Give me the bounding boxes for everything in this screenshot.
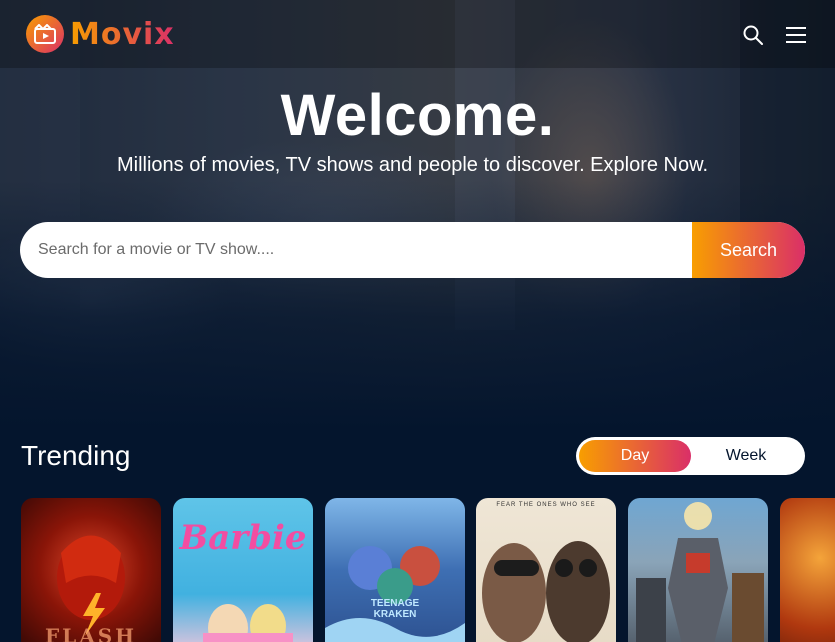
logo[interactable]: Movix — [26, 14, 175, 54]
poster-title: FLASH — [44, 624, 138, 642]
search-button[interactable]: Search — [692, 222, 805, 278]
hero-search-bar: Search — [20, 222, 805, 278]
tab-day[interactable]: Day — [579, 440, 691, 472]
poster-the-flash[interactable]: FLASH — [21, 498, 161, 642]
logo-film-icon — [26, 15, 64, 53]
top-navbar: Movix — [0, 0, 835, 68]
search-input[interactable] — [20, 222, 692, 278]
search-icon[interactable] — [742, 24, 764, 46]
logo-text: Movix — [70, 16, 175, 52]
trending-tab-switcher: Day Week — [576, 437, 805, 475]
poster-ruby-gillman[interactable]: TEENAGE KRAKEN — [325, 498, 465, 642]
poster-oppenheimer[interactable]: FEAR THE ONES WHO SEE — [476, 498, 616, 642]
poster-barbie[interactable]: Barbie — [173, 498, 313, 642]
hero-title: Welcome. — [280, 83, 555, 148]
tab-week[interactable]: Week — [690, 440, 802, 472]
trending-carousel: FLASH Barbie TEENAGE KRAKEN FEAR THE ONE… — [21, 498, 835, 642]
poster-transformers[interactable] — [628, 498, 768, 642]
hamburger-menu-icon[interactable] — [785, 24, 807, 46]
hero-subtitle: Millions of movies, TV shows and people … — [116, 154, 709, 176]
poster-partial[interactable] — [780, 498, 835, 642]
poster-title: TEENAGE KRAKEN — [370, 598, 420, 620]
trending-section-title: Trending — [21, 440, 131, 471]
